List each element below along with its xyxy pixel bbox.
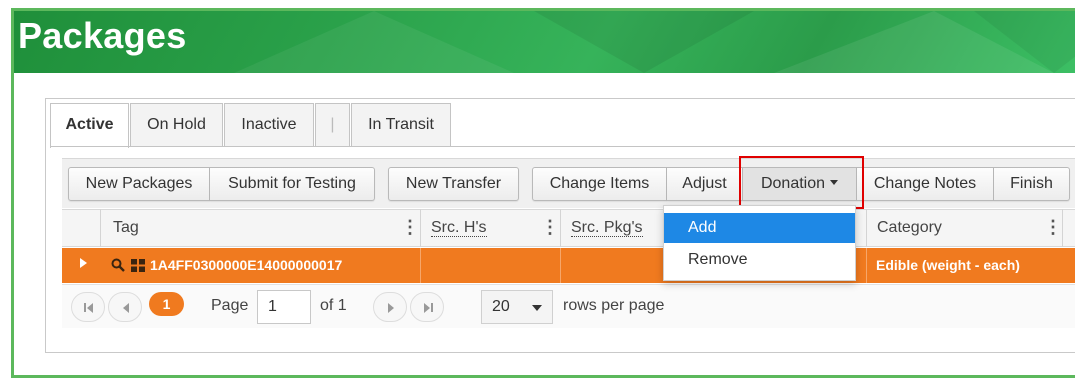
column-header-category[interactable]: Category [877, 209, 942, 247]
column-header-src-pkgs-label: Src. Pkg's [571, 219, 643, 237]
donation-dropdown-button[interactable]: Donation [743, 167, 857, 201]
adjust-button[interactable]: Adjust [667, 167, 743, 201]
app-window: Packages Active On Hold Inactive | In Tr… [0, 0, 1075, 379]
column-divider [420, 209, 421, 247]
donation-menu-item-add[interactable]: Add [664, 213, 855, 243]
tab-inactive[interactable]: Inactive [224, 103, 314, 147]
change-notes-button[interactable]: Change Notes [857, 167, 994, 201]
page-header: Packages [14, 11, 1075, 73]
src-hs-column-menu-icon[interactable]: ⋮ [541, 209, 559, 247]
caret-down-icon [830, 180, 839, 186]
tag-column-menu-icon[interactable]: ⋮ [401, 209, 419, 247]
prev-page-icon[interactable] [108, 292, 142, 322]
category-column-menu-icon[interactable]: ⋮ [1044, 209, 1062, 247]
next-page-icon[interactable] [373, 292, 407, 322]
package-category: Edible (weight - each) [876, 257, 1020, 273]
grid-icon[interactable] [131, 259, 145, 272]
column-divider [100, 209, 101, 247]
tab-on-hold[interactable]: On Hold [130, 103, 223, 147]
current-page-badge[interactable]: 1 [149, 292, 184, 316]
search-icon[interactable] [111, 258, 125, 272]
page-title: Packages [18, 15, 187, 56]
new-transfer-button[interactable]: New Transfer [388, 167, 519, 201]
change-items-button[interactable]: Change Items [532, 167, 667, 201]
donation-menu-item-remove[interactable]: Remove [664, 245, 855, 275]
donation-menu: Add Remove [663, 205, 856, 281]
tab-in-transit[interactable]: In Transit [351, 103, 451, 147]
chevron-down-icon [532, 305, 542, 311]
page-label: Page [211, 297, 249, 314]
new-packages-button[interactable]: New Packages [68, 167, 210, 201]
page-size-value: 20 [492, 298, 510, 315]
submit-for-testing-button[interactable]: Submit for Testing [210, 167, 375, 201]
column-header-src-pkgs[interactable]: Src. Pkg's [571, 209, 643, 247]
finish-button[interactable]: Finish [994, 167, 1070, 201]
column-divider [866, 209, 867, 247]
header-decoration [234, 11, 514, 73]
page-number-input[interactable] [257, 290, 311, 324]
column-header-src-hs[interactable]: Src. H's [431, 209, 487, 247]
donation-button-label: Donation [760, 175, 826, 192]
last-page-icon[interactable] [410, 292, 444, 322]
column-divider [1062, 209, 1063, 247]
column-header-src-hs-label: Src. H's [431, 219, 487, 237]
header-decoration [534, 11, 754, 73]
row-cell-divider [420, 248, 421, 283]
row-cell-divider [866, 248, 867, 283]
page-size-select[interactable]: 20 [481, 290, 553, 324]
package-tag[interactable]: 1A4FF0300000E14000000017 [150, 248, 342, 283]
page-count-label: of 1 [320, 297, 347, 314]
rows-per-page-label: rows per page [563, 297, 665, 314]
header-decoration [974, 11, 1075, 73]
first-page-icon[interactable] [71, 292, 105, 322]
expand-row-icon[interactable] [80, 258, 87, 268]
tab-active[interactable]: Active [50, 103, 129, 148]
column-divider [560, 209, 561, 247]
tab-baseline [50, 146, 1075, 147]
tab-separator: | [315, 103, 350, 147]
column-header-tag[interactable]: Tag [113, 209, 139, 247]
row-cell-divider [560, 248, 561, 283]
